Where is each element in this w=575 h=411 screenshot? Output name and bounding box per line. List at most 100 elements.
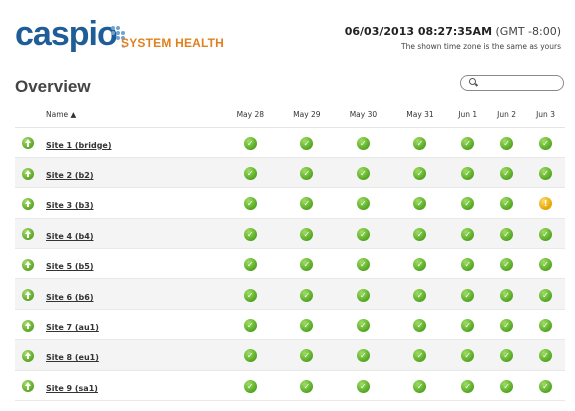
checkmark-icon[interactable]: ✓ — [300, 197, 314, 211]
checkmark-icon[interactable]: ✓ — [461, 136, 475, 150]
checkmark-icon[interactable]: ✓ — [413, 319, 427, 333]
site-up-cell — [15, 309, 46, 341]
site-up-arrow-icon — [22, 319, 34, 332]
checkmark-icon[interactable]: ✓ — [356, 167, 370, 181]
site-link[interactable]: Site 2 (b2) — [46, 171, 94, 180]
site-link[interactable]: Site 1 (bridge) — [46, 141, 112, 150]
checkmark-icon[interactable]: ✓ — [413, 227, 427, 241]
checkmark-icon[interactable]: ✓ — [413, 197, 427, 211]
checkmark-icon[interactable]: ✓ — [539, 319, 553, 333]
checkmark-icon[interactable]: ✓ — [356, 258, 370, 272]
checkmark-icon[interactable]: ✓ — [461, 288, 475, 302]
table-row: Site 6 (b6) ✓ ✓ ✓ ✓ ✓ ✓ ✓ — [15, 278, 565, 310]
checkmark-icon[interactable]: ✓ — [539, 258, 553, 272]
site-link[interactable]: Site 6 (b6) — [46, 293, 94, 302]
site-link[interactable]: Site 5 (b5) — [46, 262, 94, 271]
clock-datetime: 06/03/2013 08:27:35AM — [344, 25, 493, 38]
status-cell: ✓ — [222, 370, 279, 402]
checkmark-icon[interactable]: ✓ — [356, 197, 370, 211]
checkmark-icon[interactable]: ✓ — [413, 288, 427, 302]
status-cell: ✓ — [448, 218, 488, 250]
checkmark-icon[interactable]: ✓ — [413, 136, 427, 150]
status-cell: ✓ — [487, 248, 527, 280]
checkmark-icon[interactable]: ✓ — [356, 349, 370, 363]
checkmark-icon[interactable]: ✓ — [243, 136, 257, 150]
status-cell: ✓ — [391, 127, 449, 158]
checkmark-icon[interactable]: ✓ — [243, 349, 257, 363]
checkmark-icon[interactable]: ✓ — [461, 227, 475, 241]
checkmark-icon[interactable]: ✓ — [356, 227, 370, 241]
checkmark-icon[interactable]: ✓ — [356, 136, 370, 150]
search-box[interactable] — [460, 75, 564, 91]
checkmark-icon[interactable]: ✓ — [461, 167, 475, 181]
checkmark-icon[interactable]: ✓ — [461, 349, 475, 363]
checkmark-icon[interactable]: ✓ — [500, 288, 514, 302]
site-link[interactable]: Site 9 (sa1) — [46, 384, 98, 393]
checkmark-icon[interactable]: ✓ — [243, 197, 257, 211]
status-cell: ✓ — [526, 339, 565, 371]
checkmark-icon[interactable]: ✓ — [461, 379, 475, 393]
status-cell: ✓ — [487, 127, 527, 158]
checkmark-icon[interactable]: ✓ — [243, 258, 257, 272]
status-cell: ✓ — [335, 157, 392, 189]
checkmark-icon[interactable]: ✓ — [300, 227, 314, 241]
checkmark-icon[interactable]: ✓ — [413, 349, 427, 363]
site-link[interactable]: Site 3 (b3) — [46, 201, 94, 210]
server-clock: 06/03/2013 08:27:35AM (GMT -8:00) The sh… — [345, 25, 561, 51]
checkmark-icon[interactable]: ✓ — [300, 258, 314, 272]
checkmark-icon[interactable]: ✓ — [500, 227, 514, 241]
checkmark-icon[interactable]: ✓ — [500, 258, 514, 272]
site-up-cell — [15, 339, 46, 371]
checkmark-icon[interactable]: ✓ — [461, 319, 475, 333]
checkmark-icon[interactable]: ✓ — [243, 288, 257, 302]
search-input[interactable] — [481, 77, 561, 89]
status-cell: ✓ — [526, 218, 565, 250]
checkmark-icon[interactable]: ✓ — [539, 136, 553, 150]
checkmark-icon[interactable]: ✓ — [300, 349, 314, 363]
checkmark-icon[interactable]: ✓ — [500, 379, 514, 393]
checkmark-icon[interactable]: ✓ — [413, 167, 427, 181]
checkmark-icon[interactable]: ✓ — [539, 167, 553, 181]
status-cell: ✓ — [391, 187, 449, 219]
checkmark-icon[interactable]: ✓ — [243, 227, 257, 241]
column-header-name[interactable]: Name ▲ — [15, 103, 222, 128]
checkmark-icon[interactable]: ✓ — [300, 167, 314, 181]
checkmark-icon[interactable]: ✓ — [500, 197, 514, 211]
checkmark-icon[interactable]: ✓ — [243, 379, 257, 393]
status-cell: ✓ — [487, 309, 527, 341]
site-up-arrow-icon — [22, 349, 34, 362]
checkmark-icon[interactable]: ✓ — [413, 379, 427, 393]
checkmark-icon[interactable]: ✓ — [300, 319, 314, 333]
checkmark-icon[interactable]: ✓ — [413, 258, 427, 272]
table-row: Site 3 (b3) ✓ ✓ ✓ ✓ ✓ ✓! — [15, 187, 565, 219]
checkmark-icon[interactable]: ✓ — [243, 167, 257, 181]
checkmark-icon[interactable]: ✓ — [356, 379, 370, 393]
site-link[interactable]: Site 8 (eu1) — [46, 353, 99, 362]
checkmark-icon[interactable]: ✓ — [539, 227, 553, 241]
checkmark-icon[interactable]: ✓ — [300, 379, 314, 393]
checkmark-icon[interactable]: ✓ — [500, 167, 514, 181]
site-up-arrow-icon — [22, 258, 34, 271]
site-link[interactable]: Site 7 (au1) — [46, 323, 99, 332]
checkmark-icon[interactable]: ✓ — [356, 319, 370, 333]
checkmark-icon[interactable]: ✓ — [300, 136, 314, 150]
checkmark-icon[interactable]: ✓ — [461, 197, 475, 211]
column-header-date: May 30 — [335, 103, 392, 128]
checkmark-icon[interactable]: ✓ — [461, 258, 475, 272]
status-cell: ✓ — [222, 339, 279, 371]
checkmark-icon[interactable]: ✓ — [300, 288, 314, 302]
status-cell: ✓ — [391, 248, 449, 280]
status-cell: ✓ — [335, 248, 392, 280]
checkmark-icon[interactable]: ✓ — [539, 288, 553, 302]
warning-icon[interactable]: ! — [539, 197, 553, 211]
checkmark-icon[interactable]: ✓ — [500, 349, 514, 363]
checkmark-icon[interactable]: ✓ — [243, 319, 257, 333]
checkmark-icon[interactable]: ✓ — [356, 288, 370, 302]
status-cell: ✓ — [335, 309, 392, 341]
checkmark-icon[interactable]: ✓ — [539, 379, 553, 393]
checkmark-icon[interactable]: ✓ — [500, 136, 514, 150]
checkmark-icon[interactable]: ✓ — [539, 349, 553, 363]
checkmark-icon[interactable]: ✓ — [500, 319, 514, 333]
status-cell: ✓ — [391, 309, 449, 341]
site-link[interactable]: Site 4 (b4) — [46, 232, 94, 241]
